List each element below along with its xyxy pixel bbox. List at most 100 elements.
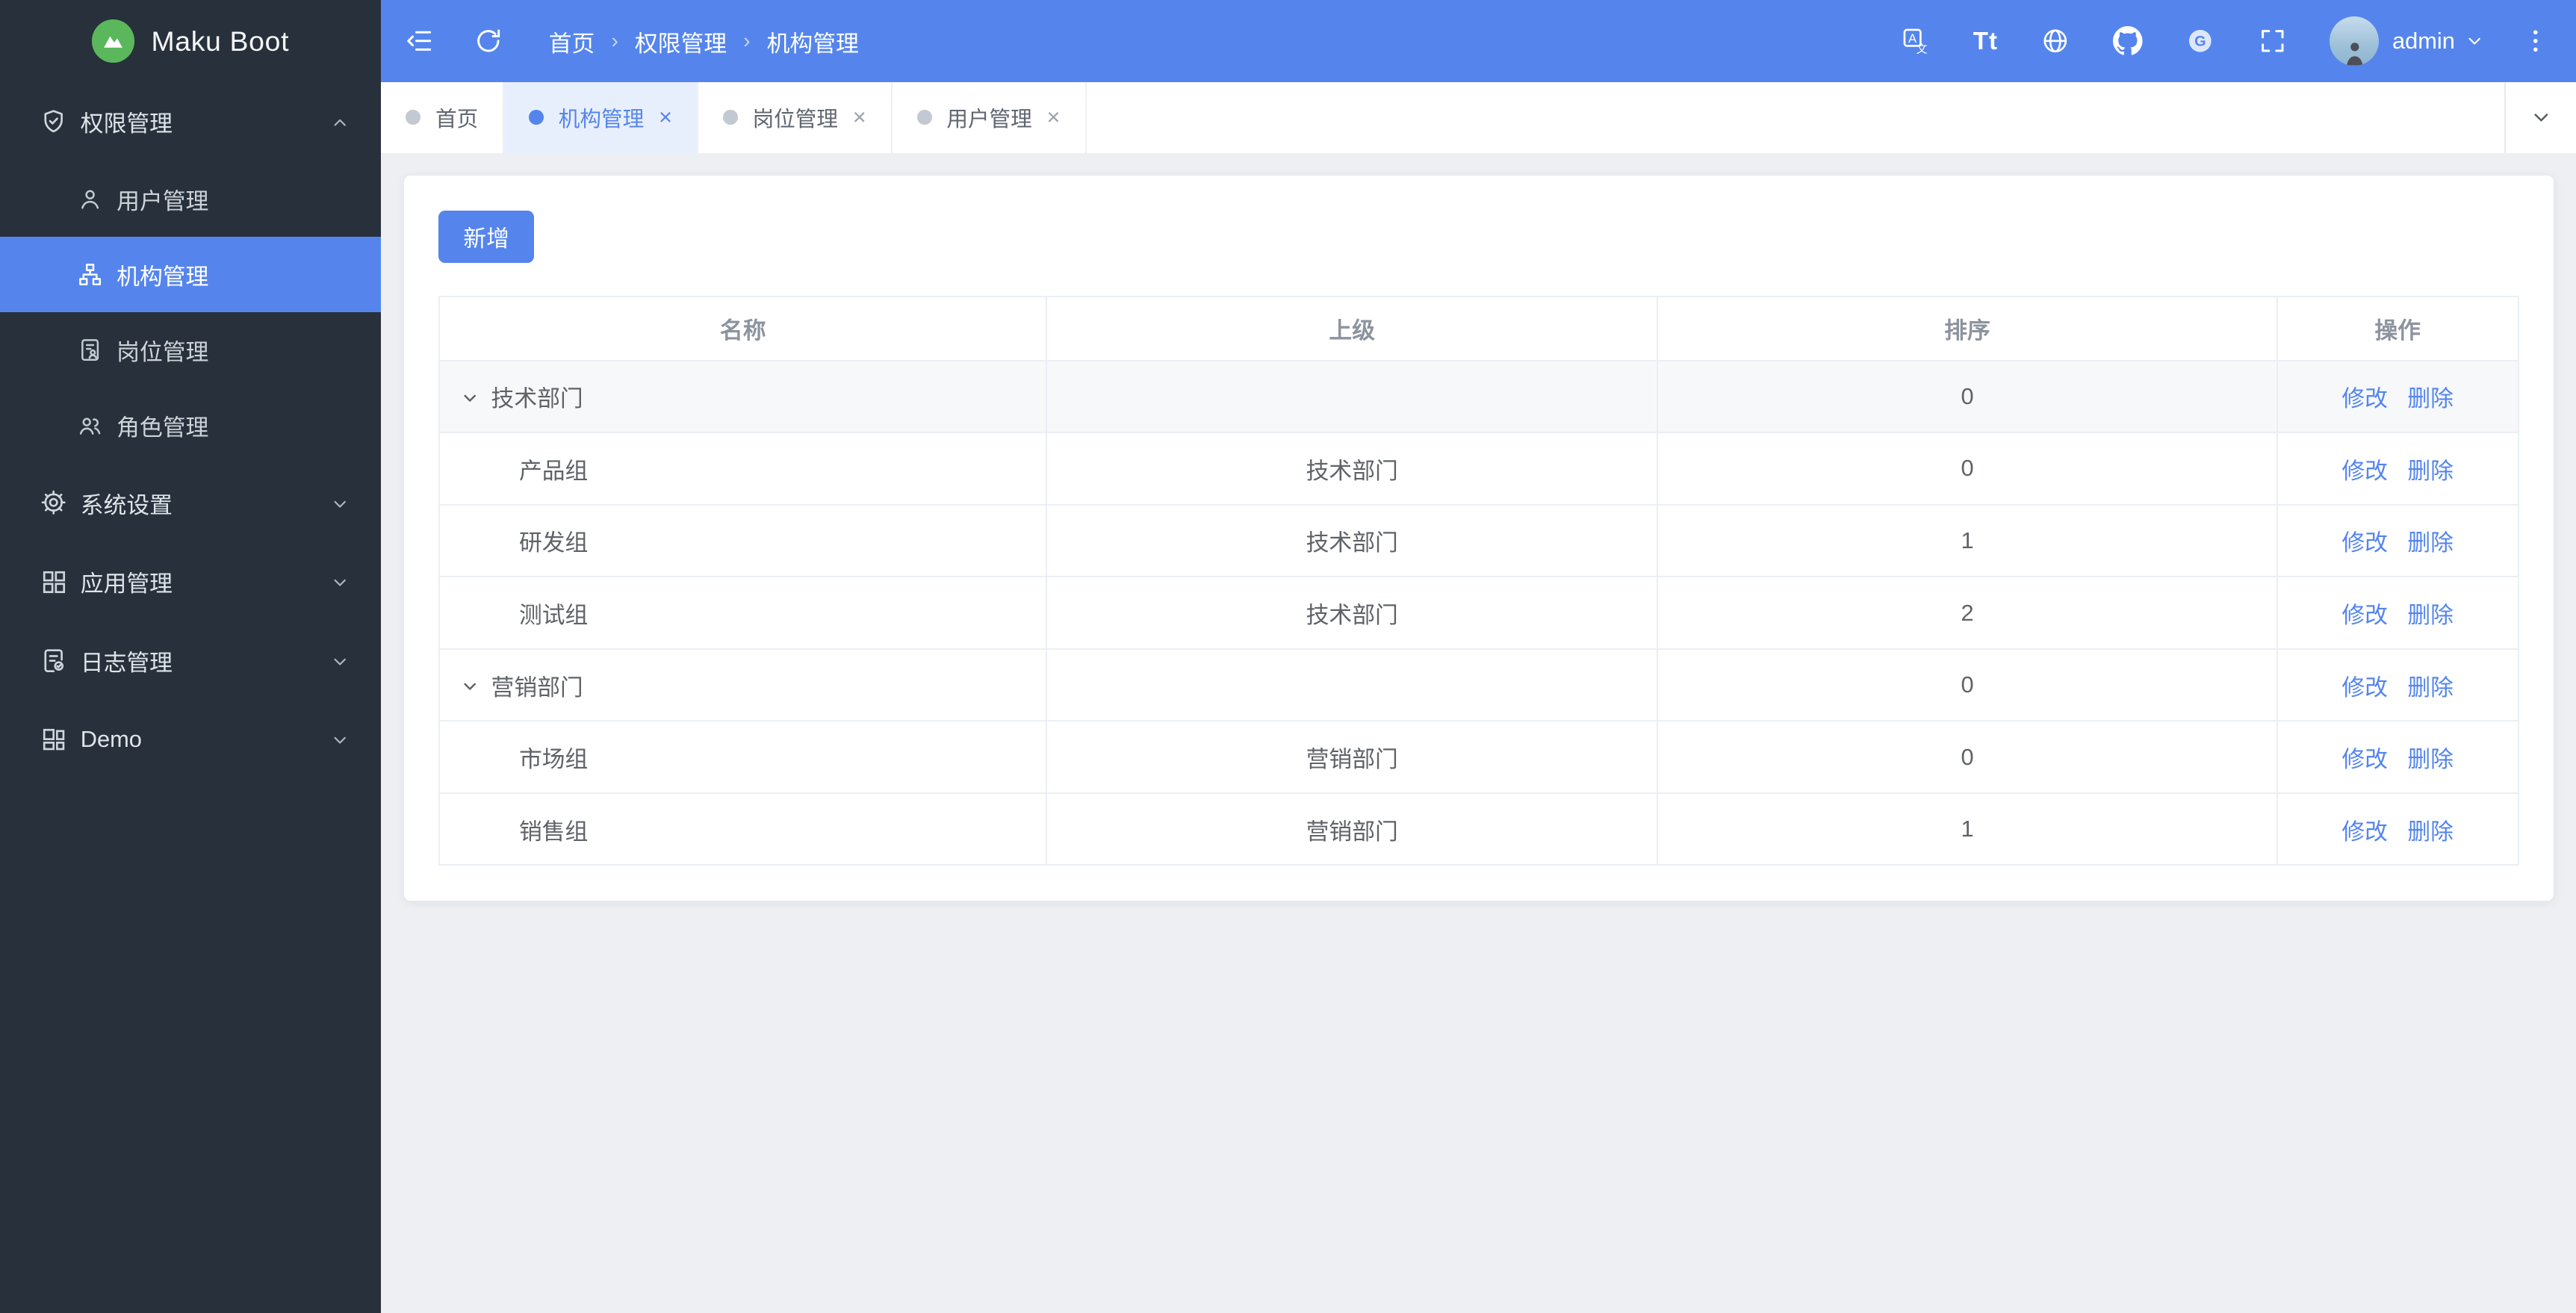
- sort-cell: 0: [1657, 359, 2278, 434]
- column-header-sort: 排序: [1657, 295, 2278, 361]
- sidebar-item-role-management[interactable]: 角色管理: [0, 388, 381, 463]
- github-icon[interactable]: [2113, 26, 2143, 56]
- user-menu[interactable]: admin: [2330, 16, 2484, 66]
- sidebar-item-user-management[interactable]: 用户管理: [0, 161, 381, 237]
- shield-check-icon: [40, 108, 67, 135]
- org-name: 市场组: [518, 746, 589, 773]
- sidebar-item-label: 角色管理: [117, 415, 209, 441]
- tab-org-management[interactable]: 机构管理 ×: [504, 82, 698, 153]
- app-title: Maku Boot: [151, 25, 290, 57]
- table-row: 销售组 营销部门 1 修改 删除: [438, 792, 2519, 866]
- sidebar-item-post-management[interactable]: 岗位管理: [0, 312, 381, 388]
- sidebar: Maku Boot 权限管理 用户管理 机构管理 岗位管理 角色管理 系统设置 …: [0, 0, 382, 1313]
- tab-home[interactable]: 首页: [381, 82, 505, 153]
- sort-cell: 0: [1657, 720, 2278, 794]
- refresh-icon[interactable]: [474, 26, 503, 56]
- menu-fold-icon[interactable]: [404, 26, 434, 56]
- chevron-down-icon: [330, 730, 350, 749]
- globe-icon[interactable]: [2040, 26, 2070, 56]
- header-toolbar: A文 Tt G: [1901, 26, 2287, 56]
- edit-link[interactable]: 修改: [2341, 674, 2388, 701]
- svg-text:G: G: [2194, 34, 2206, 50]
- delete-link[interactable]: 删除: [2407, 530, 2454, 556]
- fullscreen-icon[interactable]: [2258, 26, 2288, 56]
- tab-post-management[interactable]: 岗位管理 ×: [698, 82, 893, 153]
- close-icon[interactable]: ×: [853, 105, 866, 129]
- edit-link[interactable]: 修改: [2341, 530, 2388, 556]
- sidebar-item-app-management[interactable]: 应用管理: [0, 542, 381, 621]
- post-doc-icon: [77, 337, 103, 363]
- sidebar-item-label: 应用管理: [80, 571, 173, 597]
- close-icon[interactable]: ×: [1047, 105, 1061, 129]
- main-pane: 首页 › 权限管理 › 机构管理 A文 Tt G admin 首页 机构管理 ×…: [381, 0, 2576, 1313]
- edit-link[interactable]: 修改: [2341, 746, 2388, 772]
- parent-cell: 技术部门: [1046, 576, 1659, 650]
- parent-cell: [1046, 648, 1659, 722]
- kebab-menu-icon[interactable]: [2521, 26, 2551, 56]
- tab-dot: [406, 110, 421, 125]
- table-row: 产品组 技术部门 0 修改 删除: [438, 432, 2519, 506]
- table-row: 研发组 技术部门 1 修改 删除: [438, 503, 2519, 578]
- tab-user-management[interactable]: 用户管理 ×: [892, 82, 1087, 153]
- parent-cell: 技术部门: [1046, 503, 1659, 578]
- delete-link[interactable]: 删除: [2407, 385, 2454, 412]
- sidebar-item-label: 日志管理: [80, 649, 173, 676]
- ops-cell: 修改 删除: [2276, 432, 2519, 506]
- tab-label: 首页: [435, 107, 479, 131]
- column-header-parent: 上级: [1046, 295, 1659, 361]
- app-logo: Maku Boot: [0, 0, 381, 82]
- ops-cell: 修改 删除: [2276, 503, 2519, 578]
- delete-link[interactable]: 删除: [2407, 746, 2454, 772]
- delete-link[interactable]: 删除: [2407, 458, 2454, 484]
- chevron-up-icon: [330, 112, 350, 131]
- name-cell: 产品组: [438, 432, 1048, 506]
- breadcrumb-home[interactable]: 首页: [549, 25, 595, 58]
- sidebar-item-system-settings[interactable]: 系统设置: [0, 463, 381, 542]
- demo-grid-icon: [40, 725, 67, 753]
- logo-mountain-icon: [92, 19, 135, 63]
- font-size-icon[interactable]: Tt: [1973, 27, 1998, 55]
- tree-expand-icon[interactable]: [460, 388, 479, 408]
- sidebar-item-org-management[interactable]: 机构管理: [0, 236, 382, 312]
- sidebar-item-log-management[interactable]: 日志管理: [0, 621, 381, 701]
- org-management-card: 新增 名称 上级 排序 操作 技术部门 0 修改 删除 产品组 技术部门 0 修…: [404, 176, 2554, 901]
- edit-link[interactable]: 修改: [2341, 458, 2388, 484]
- delete-link[interactable]: 删除: [2407, 602, 2454, 628]
- sort-cell: 2: [1657, 576, 2278, 650]
- breadcrumb-permission[interactable]: 权限管理: [635, 25, 727, 58]
- sidebar-item-demo[interactable]: Demo: [0, 700, 381, 779]
- table-row: 测试组 技术部门 2 修改 删除: [438, 576, 2519, 650]
- username-label: admin: [2392, 28, 2455, 54]
- tabs-spacer: [1086, 82, 2504, 153]
- tree-expand-icon[interactable]: [460, 677, 479, 696]
- org-tree-icon: [77, 261, 103, 288]
- chevron-down-icon: [2534, 114, 2548, 122]
- sidebar-item-label: 权限管理: [80, 111, 173, 137]
- sidebar-item-label: Demo: [80, 725, 142, 752]
- translate-icon[interactable]: A文: [1901, 26, 1931, 56]
- edit-link[interactable]: 修改: [2341, 602, 2388, 628]
- breadcrumb: 首页 › 权限管理 › 机构管理: [549, 25, 859, 58]
- edit-link[interactable]: 修改: [2341, 819, 2388, 845]
- parent-cell: [1046, 359, 1659, 434]
- ops-cell: 修改 删除: [2276, 792, 2519, 866]
- ops-cell: 修改 删除: [2276, 648, 2519, 722]
- delete-link[interactable]: 删除: [2407, 674, 2454, 701]
- column-header-ops: 操作: [2276, 295, 2519, 361]
- edit-link[interactable]: 修改: [2341, 385, 2388, 412]
- add-button[interactable]: 新增: [438, 210, 534, 263]
- org-name: 研发组: [518, 530, 589, 556]
- tabs-dropdown-button[interactable]: [2504, 82, 2576, 153]
- sidebar-item-label: 岗位管理: [117, 339, 209, 366]
- breadcrumb-separator: ›: [743, 28, 751, 53]
- gitee-icon[interactable]: G: [2185, 26, 2215, 56]
- close-icon[interactable]: ×: [659, 105, 672, 129]
- sidebar-item-permission-management[interactable]: 权限管理: [0, 82, 381, 161]
- org-name: 技术部门: [491, 385, 583, 412]
- caret-down-icon: [2465, 31, 2484, 51]
- tab-dot: [916, 110, 932, 125]
- name-cell: 研发组: [438, 503, 1048, 578]
- delete-link[interactable]: 删除: [2407, 819, 2454, 845]
- parent-cell: 技术部门: [1046, 432, 1659, 506]
- table-header-row: 名称 上级 排序 操作: [438, 295, 2519, 361]
